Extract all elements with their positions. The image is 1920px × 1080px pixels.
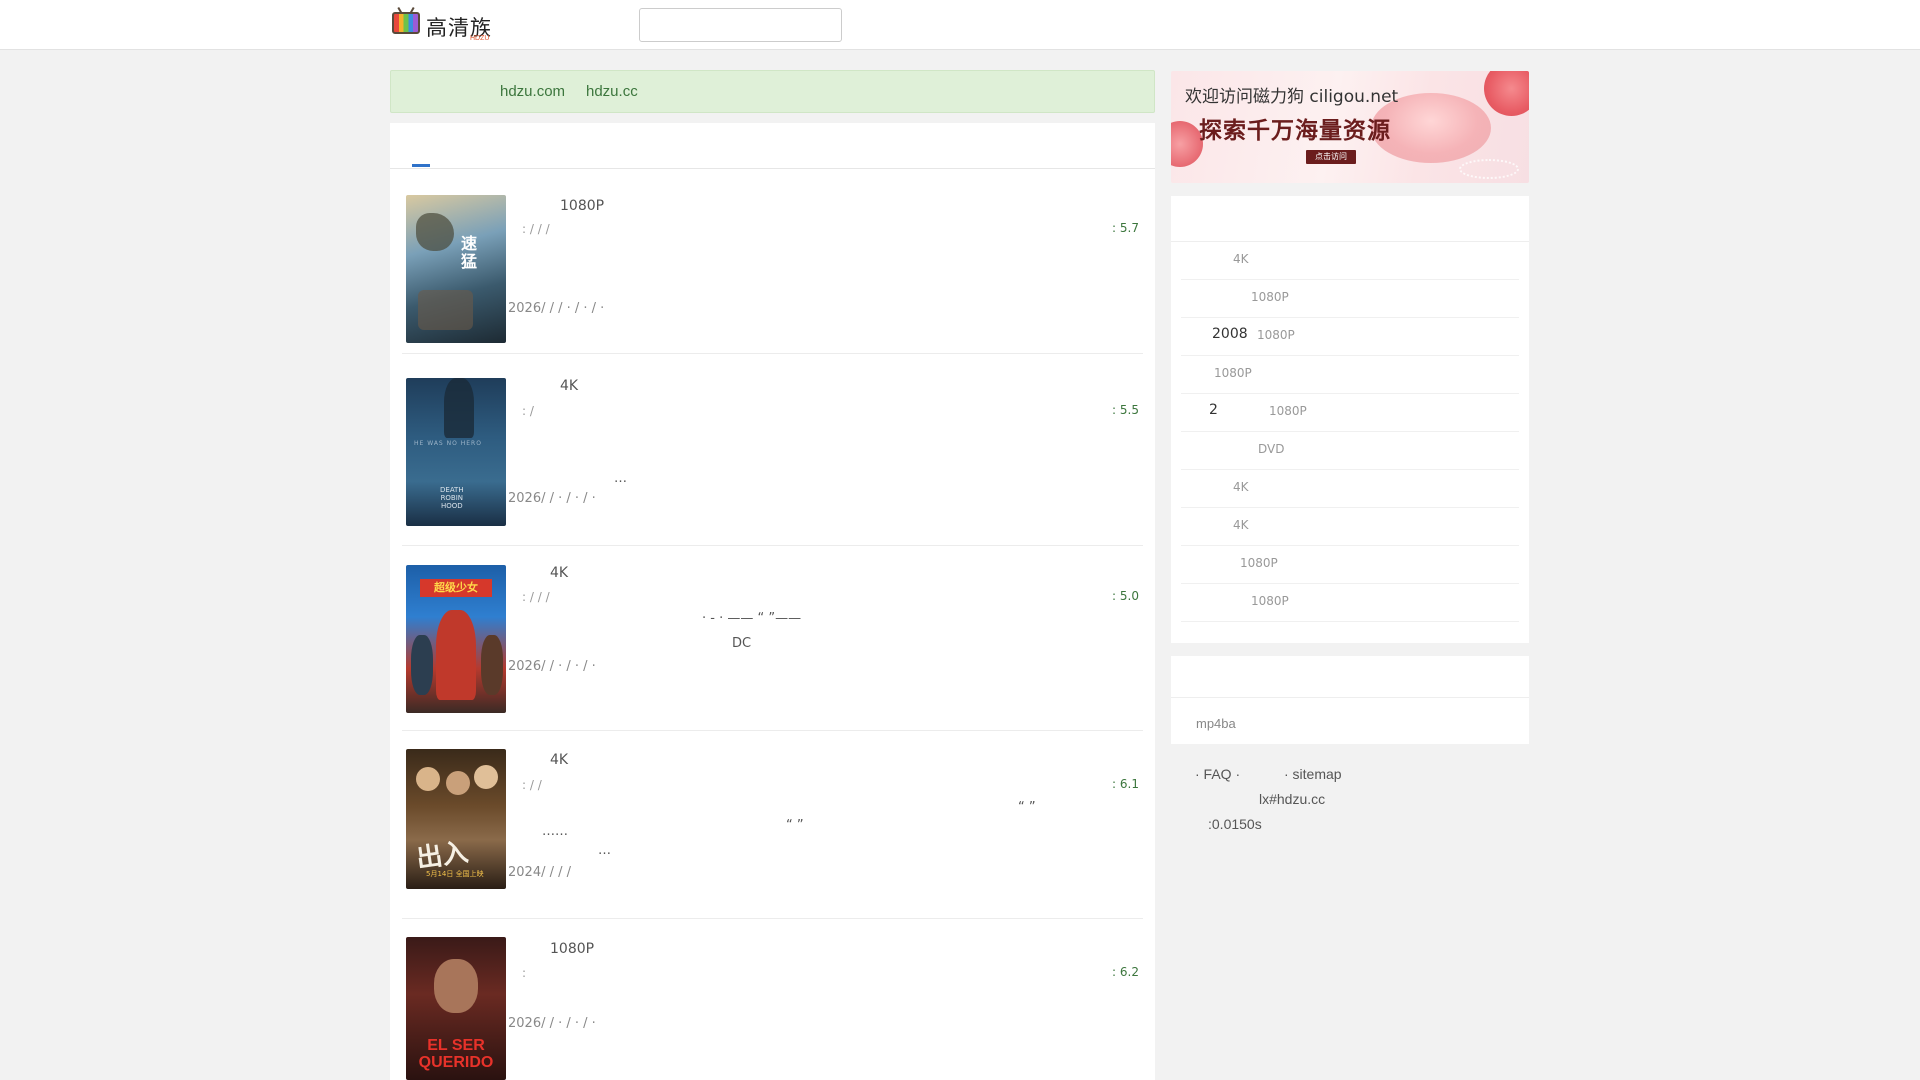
hot-list-item[interactable]: 2008 1080P — [1181, 318, 1519, 356]
ad-banner[interactable]: 欢迎访问磁力狗 ciligou.net 探索千万海量资源 点击访问 — [1171, 71, 1529, 183]
ad-visit-button[interactable]: 点击访问 — [1306, 150, 1356, 164]
lace-decoration — [1459, 159, 1519, 179]
movie-meta: : / / / — [522, 222, 550, 236]
hot-item-tag: 1080P — [1251, 290, 1289, 304]
movie-title-tag[interactable]: 1080P — [560, 198, 604, 214]
hot-item-tag: 4K — [1233, 252, 1249, 266]
tab-bar — [390, 123, 1155, 169]
movie-list-panel: 速猛 1080P : / / / : 5.7 2026/ / / · / · /… — [390, 123, 1155, 1080]
hot-item-year: 2008 — [1212, 326, 1248, 342]
list-item: 超级少女 4K : / / / : 5.0 · - · —— “ ”—— DC … — [402, 547, 1143, 731]
ad-line-2: 探索千万海量资源 — [1199, 118, 1391, 144]
domain-notice: hdzu.com hdzu.cc — [390, 70, 1155, 113]
movie-title-tag[interactable]: 1080P — [550, 941, 594, 957]
movie-description: … — [598, 843, 611, 858]
movie-date: 2026/ / · / · / · — [508, 659, 596, 674]
friend-links-panel: mp4ba — [1171, 656, 1529, 744]
faq-link[interactable]: · FAQ · — [1195, 766, 1240, 782]
movie-title-tag[interactable]: 4K — [560, 378, 578, 394]
movie-description: DC — [732, 636, 752, 651]
movie-meta: : / — [522, 404, 534, 418]
hot-list-item[interactable]: 4K — [1181, 470, 1519, 508]
movie-score: : 6.1 — [1112, 777, 1139, 791]
ad-line-1: 欢迎访问磁力狗 ciligou.net — [1185, 87, 1399, 107]
movie-date: 2026/ / · / · / · — [508, 491, 596, 506]
movie-score: : 5.5 — [1112, 403, 1139, 417]
hot-item-tag: 4K — [1233, 480, 1249, 494]
poster-image[interactable]: 超级少女 — [406, 565, 506, 713]
top-header: 高清族 HDZU — [0, 0, 1920, 50]
movie-meta: : / / — [522, 778, 542, 792]
hot-list-item[interactable]: 4K — [1181, 242, 1519, 280]
movie-title-tag[interactable]: 4K — [550, 565, 568, 581]
poster-image[interactable]: 速猛 — [406, 195, 506, 343]
tv-icon — [392, 12, 420, 34]
domain-link-cc[interactable]: hdzu.cc — [586, 83, 638, 100]
hot-list-item[interactable]: 4K — [1181, 508, 1519, 546]
hot-list-item[interactable]: 1080P — [1181, 280, 1519, 318]
hot-item-tag: 1080P — [1240, 556, 1278, 570]
movie-description: … — [614, 471, 627, 486]
poster-image[interactable]: EL SER QUERIDO — [406, 937, 506, 1080]
hot-list-panel: 4K 1080P 2008 1080P 1080P 2 1080P DVD 4K… — [1171, 196, 1529, 643]
movie-meta: : / / / — [522, 590, 550, 604]
hot-item-tag: 4K — [1233, 518, 1249, 532]
movie-score: : 6.2 — [1112, 965, 1139, 979]
list-item: 出入 5月14日 全国上映 4K : / / : 6.1 “ ” …… “ ” … — [402, 732, 1143, 919]
hot-list-header — [1171, 196, 1529, 242]
movie-date: 2026/ / / · / · / · — [508, 301, 605, 316]
hot-item-number: 2 — [1209, 402, 1218, 418]
contact-email: lx#hdzu.cc — [1259, 791, 1326, 807]
hot-item-tag: 1080P — [1269, 404, 1307, 418]
logo-subtext: HDZU — [470, 35, 490, 42]
movie-description: · - · —— “ ”—— — [702, 611, 802, 626]
list-item: HE WAS NO HERO DEATH ROBIN HOOD 4K : / : 5… — [402, 355, 1143, 546]
sitemap-link[interactable]: · sitemap — [1284, 766, 1342, 782]
movie-description: …… — [542, 824, 568, 839]
poster-image[interactable]: 出入 5月14日 全国上映 — [406, 749, 506, 889]
movie-title-tag[interactable]: 4K — [550, 752, 568, 768]
poster-image[interactable]: HE WAS NO HERO DEATH ROBIN HOOD — [406, 378, 506, 526]
friend-link[interactable]: mp4ba — [1196, 716, 1236, 731]
site-logo[interactable]: 高清族 HDZU — [390, 8, 495, 42]
movie-description: “ ” — [786, 818, 804, 833]
hot-list-item[interactable]: 1080P — [1181, 356, 1519, 394]
hot-item-tag: 1080P — [1251, 594, 1289, 608]
hot-item-tag: 1080P — [1214, 366, 1252, 380]
hot-list-item[interactable]: 1080P — [1181, 584, 1519, 622]
list-item: 速猛 1080P : / / / : 5.7 2026/ / / · / · /… — [402, 175, 1143, 354]
movie-score: : 5.7 — [1112, 221, 1139, 235]
hot-list-item[interactable]: 1080P — [1181, 546, 1519, 584]
list-item: EL SER QUERIDO 1080P : : 6.2 2026/ / · / … — [402, 920, 1143, 1080]
hot-list-item[interactable]: DVD — [1181, 432, 1519, 470]
movie-date: 2026/ / · / · / · — [508, 1016, 596, 1031]
domain-link-com[interactable]: hdzu.com — [500, 83, 565, 100]
active-tab-indicator[interactable] — [412, 164, 430, 167]
movie-description: “ ” — [1018, 800, 1036, 815]
flower-decoration — [1484, 71, 1529, 116]
friend-links-header — [1171, 656, 1529, 698]
search-input[interactable] — [639, 8, 842, 42]
hot-item-tag: DVD — [1258, 442, 1285, 456]
movie-meta: : — [522, 966, 527, 980]
movie-score: : 5.0 — [1112, 589, 1139, 603]
page-time: :0.0150s — [1208, 816, 1262, 832]
hot-list-item[interactable]: 2 1080P — [1181, 394, 1519, 432]
movie-date: 2024/ / / / — [508, 865, 572, 880]
hot-item-tag: 1080P — [1257, 328, 1295, 342]
